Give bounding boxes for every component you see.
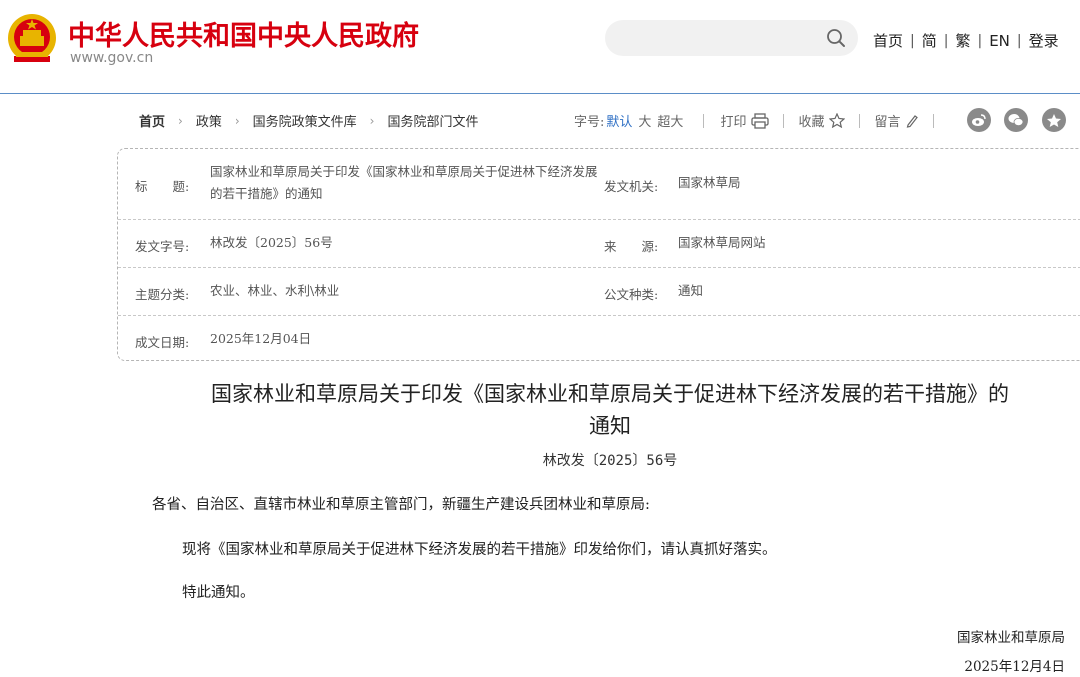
print-label: 打印 [720,115,747,130]
document-title-line: 国家林业和草原局关于印发《国家林业和草原局关于促进林下经济发展的若干措施》的 [211,382,1009,406]
wechat-icon [1008,114,1024,126]
meta-issuer-value: 国家林草局 [678,175,741,190]
site-title[interactable]: 中华人民共和国中央人民政府 [68,14,419,53]
font-xlarge-button[interactable]: 超大 [657,111,683,130]
breadcrumb-home[interactable]: 首页 [139,111,165,130]
nav-traditional[interactable]: 繁 [955,30,970,51]
nav-home[interactable]: 首页 [873,30,903,51]
meta-title-label: 标 题: [135,179,190,194]
weibo-icon [972,114,986,126]
national-emblem-icon[interactable] [6,12,58,68]
breadcrumb-policy-library[interactable]: 国务院政策文件库 [253,111,357,130]
printer-icon [751,112,770,129]
meta-date-value: 2025年12月04日 [210,331,312,346]
nav-login[interactable]: 登录 [1029,30,1059,51]
font-default-button[interactable]: 默认 [606,111,632,130]
nav-separator: | [1016,32,1022,49]
site-header: 中华人民共和国中央人民政府 www.gov.cn 首页 | 简 | 繁 | EN… [0,0,1080,94]
document-signer: 国家林业和草原局 [957,630,1065,646]
document-salutation: 各省、自治区、直辖市林业和草原主管部门，新疆生产建设兵团林业和草原局: [152,497,650,513]
site-url[interactable]: www.gov.cn [70,50,153,66]
breadcrumb-separator: › [234,113,240,128]
meta-source-value: 国家林草局网站 [678,235,766,250]
meta-date-label: 成文日期: [135,335,190,350]
nav-simplified[interactable]: 简 [922,30,937,51]
meta-docno-label: 发文字号: [135,239,190,254]
meta-title-value: 国家林业和草原局关于印发《国家林业和草原局关于促进林下经济发展的若干措施》的通知 [210,164,598,201]
document-title: 国家林业和草原局关于印发《国家林业和草原局关于促进林下经济发展的若干措施》的 通… [150,378,1070,442]
meta-topic-label: 主题分类: [135,287,190,302]
qzone-icon [1047,113,1061,127]
breadcrumb-policy[interactable]: 政策 [196,111,222,130]
nav-separator: | [910,32,915,49]
nav-separator: | [977,32,983,49]
search-input[interactable] [605,20,858,56]
breadcrumb: 首页 › 政策 › 国务院政策文件库 › 国务院部门文件 [139,111,479,131]
meta-row: 主题分类: 农业、林业、水利\林业 公文种类: 通知 [118,268,1080,316]
qzone-share-button[interactable] [1042,108,1066,132]
meta-issuer-label: 发文机关: [604,179,659,194]
document-closing: 特此通知。 [182,585,255,601]
meta-row: 标 题: 国家林业和草原局关于印发《国家林业和草原局关于促进林下经济发展的若干措… [118,149,1080,220]
comment-label: 留言 [874,115,901,130]
nav-english[interactable]: EN [989,32,1010,50]
star-icon [829,113,846,128]
article-toolbar: 字号: 默认 大 超大 打印 收藏 留言 [574,111,935,130]
document-paragraph: 现将《国家林业和草原局关于促进林下经济发展的若干措施》印发给你们，请认真抓好落实… [182,542,777,558]
meta-row: 发文字号: 林改发〔2025〕56号 来 源: 国家林草局网站 [118,220,1080,268]
document-title-line: 通知 [589,414,631,438]
breadcrumb-department-docs[interactable]: 国务院部门文件 [387,111,478,130]
toolbar-divider [859,113,861,128]
meta-topic-value: 农业、林业、水利\林业 [210,283,340,298]
favorite-label: 收藏 [798,115,825,130]
nav-separator: | [943,32,949,49]
breadcrumb-separator: › [369,113,375,128]
meta-docno-value: 林改发〔2025〕56号 [210,235,333,250]
toolbar-divider [783,113,785,128]
comment-button[interactable]: 留言 [874,111,919,130]
meta-type-value: 通知 [678,283,704,298]
top-nav: 首页 | 简 | 繁 | EN | 登录 [873,30,1059,51]
document-sign-date: 2025年12月4日 [964,659,1065,675]
toolbar-divider [933,113,935,128]
wechat-share-button[interactable] [1004,108,1028,132]
meta-source-label: 来 源: [604,239,659,254]
pencil-icon [907,114,919,128]
weibo-share-button[interactable] [967,108,991,132]
toolbar-divider [703,113,705,128]
font-large-button[interactable]: 大 [638,111,651,130]
search-icon[interactable] [826,28,846,48]
font-size-label: 字号: [574,115,605,130]
meta-type-label: 公文种类: [604,287,659,302]
breadcrumb-separator: › [178,113,183,128]
favorite-button[interactable]: 收藏 [798,111,846,130]
print-button[interactable]: 打印 [720,111,770,130]
document-number: 林改发〔2025〕56号 [542,453,678,469]
document-metadata: 标 题: 国家林业和草原局关于印发《国家林业和草原局关于促进林下经济发展的若干措… [117,148,1080,361]
